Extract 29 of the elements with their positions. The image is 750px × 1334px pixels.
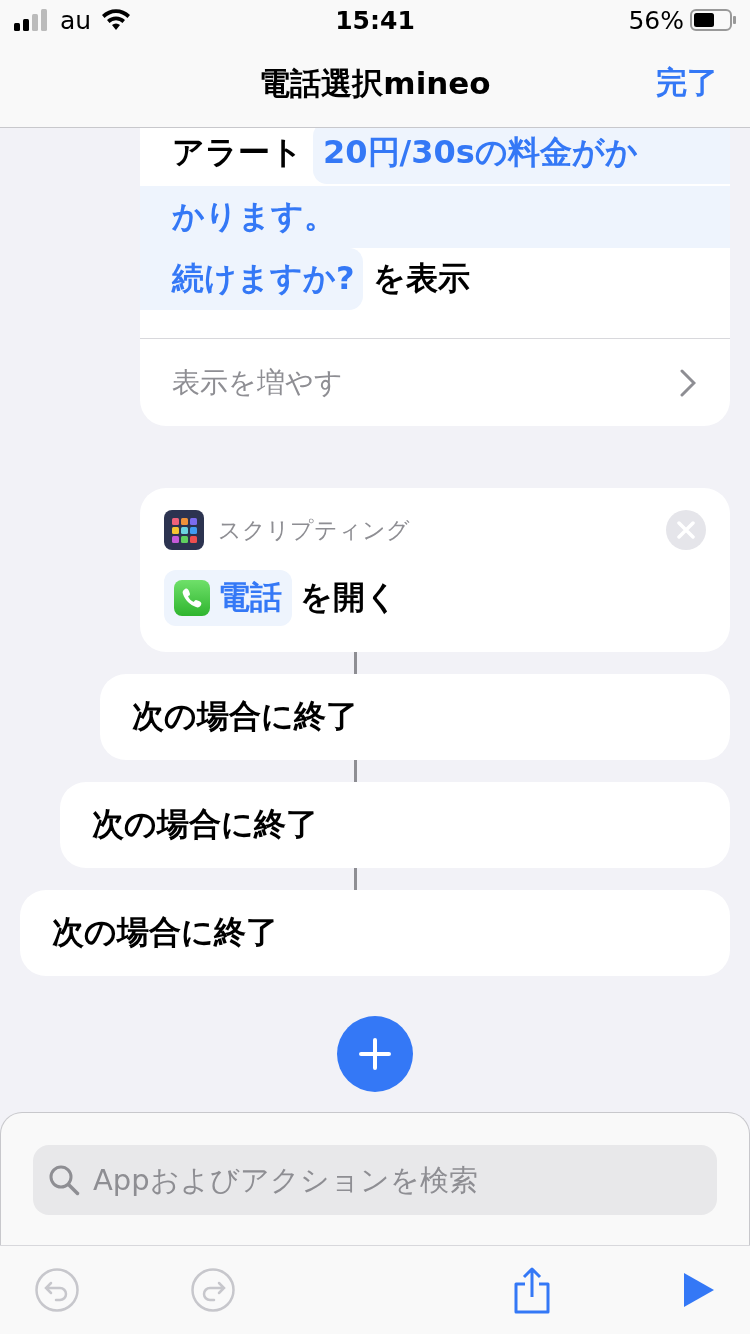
message-token[interactable]: 20円/30sの料金がか xyxy=(313,128,730,184)
end-if-block[interactable]: 次の場合に終了 xyxy=(60,782,730,868)
chevron-right-icon xyxy=(680,368,696,397)
show-more-row[interactable]: 表示を増やす xyxy=(140,338,730,426)
close-icon xyxy=(677,521,695,539)
battery-icon xyxy=(690,9,736,31)
search-field[interactable]: Appおよびアクションを検索 xyxy=(33,1145,717,1215)
play-button[interactable] xyxy=(682,1271,716,1309)
phone-app-icon xyxy=(174,580,210,616)
message-token[interactable]: かります。 xyxy=(140,186,730,248)
category-label: スクリプティング xyxy=(218,515,411,545)
battery-percent: 56% xyxy=(628,5,684,35)
signal-icon xyxy=(14,9,48,31)
wifi-icon xyxy=(101,9,132,31)
status-time: 15:41 xyxy=(335,5,415,35)
message-token[interactable]: 続けますか? xyxy=(140,248,363,310)
end-if-block[interactable]: 次の場合に終了 xyxy=(20,890,730,976)
nav-title: 電話選択mineo xyxy=(259,63,491,103)
carrier-label: au xyxy=(60,5,92,35)
plus-icon xyxy=(358,1037,392,1071)
action-suffix: を開く xyxy=(300,577,398,618)
end-if-block[interactable]: 次の場合に終了 xyxy=(100,674,730,760)
search-icon xyxy=(47,1163,81,1197)
done-button[interactable]: 完了 xyxy=(656,62,718,104)
action-label: アラート xyxy=(172,132,303,173)
action-suffix: を表示 xyxy=(372,258,470,299)
app-token[interactable]: 電話 xyxy=(164,570,292,626)
share-button[interactable] xyxy=(512,1266,552,1314)
app-grid-icon xyxy=(164,510,204,550)
